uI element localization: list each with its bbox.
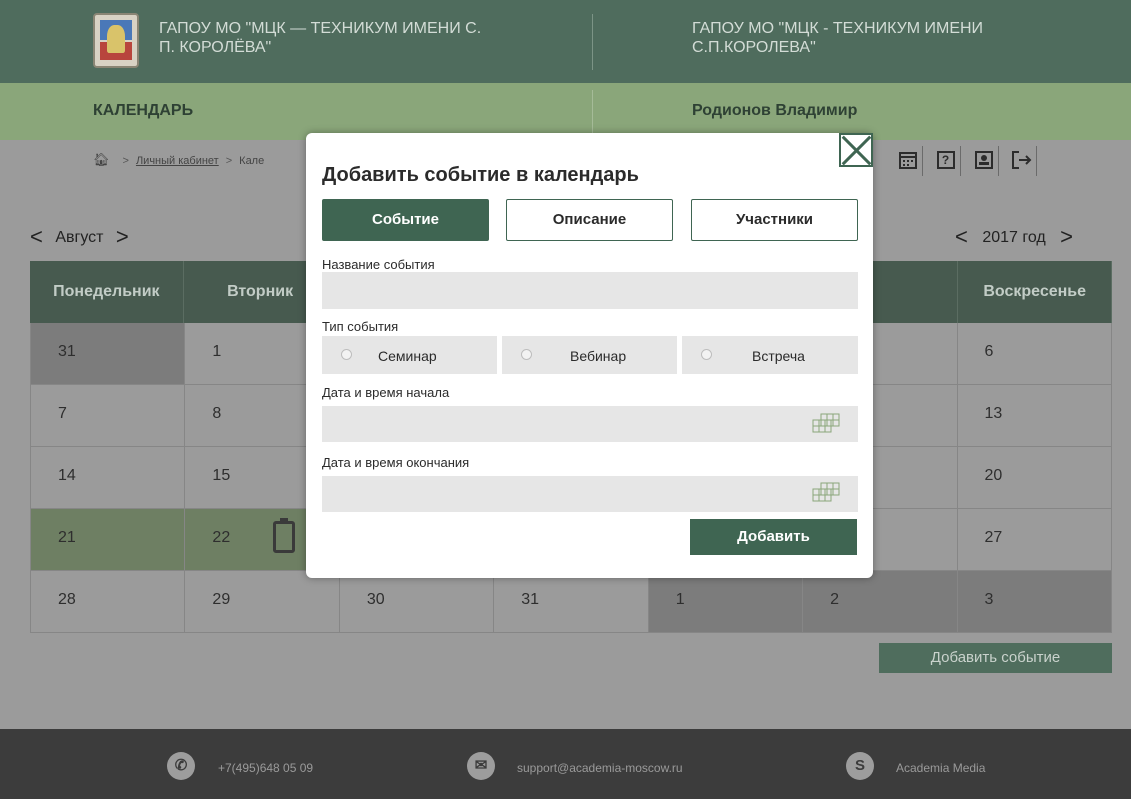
- breadcrumb: 🏠︎ > Личный кабинет > Кале: [93, 152, 264, 168]
- weekday-monday: Понедельник: [30, 261, 184, 323]
- prev-month-button[interactable]: <: [30, 224, 43, 249]
- profile-icon[interactable]: [969, 146, 999, 176]
- month-label: Август: [55, 229, 104, 246]
- mail-icon: ✉: [467, 752, 495, 780]
- calendar-icon[interactable]: [893, 146, 923, 176]
- day-cell[interactable]: 1: [648, 571, 804, 633]
- footer-skype[interactable]: Academia Media: [896, 761, 985, 775]
- year-label: 2017 год: [982, 229, 1046, 246]
- footer-phone[interactable]: +7(495)648 05 09: [218, 761, 313, 775]
- weekday-sunday: Воскресенье: [958, 261, 1113, 323]
- event-note-icon[interactable]: [273, 518, 296, 553]
- day-cell[interactable]: 21: [30, 509, 186, 571]
- end-datetime-label: Дата и время окончания: [322, 455, 470, 470]
- day-cell[interactable]: 14: [30, 447, 186, 509]
- user-name[interactable]: Родионов Владимир: [692, 102, 857, 120]
- datepicker-icon[interactable]: [812, 413, 840, 433]
- radio-circle: [521, 349, 532, 360]
- close-icon[interactable]: [839, 133, 873, 167]
- radio-seminar-label: Семинар: [378, 348, 437, 364]
- radio-meeting[interactable]: Встреча: [682, 336, 858, 374]
- day-cell[interactable]: 27: [957, 509, 1112, 571]
- phone-icon: ✆: [167, 752, 195, 780]
- month-nav: < Август >: [30, 224, 129, 250]
- day-cell[interactable]: 3: [957, 571, 1112, 633]
- section-divider: [592, 90, 593, 134]
- breadcrumb-item-calendar: Кале: [239, 155, 265, 167]
- year-nav: < 2017 год >: [955, 224, 1073, 250]
- radio-webinar-label: Вебинар: [570, 348, 627, 364]
- radio-circle: [701, 349, 712, 360]
- event-name-label: Название события: [322, 257, 435, 272]
- breadcrumb-item-cabinet[interactable]: Личный кабинет: [136, 155, 219, 167]
- event-type-label: Тип события: [322, 319, 399, 334]
- end-datetime-input[interactable]: [322, 476, 858, 512]
- day-cell[interactable]: 6: [957, 323, 1112, 385]
- breadcrumb-separator: >: [122, 155, 129, 167]
- start-datetime-input[interactable]: [322, 406, 858, 442]
- day-cell[interactable]: 7: [30, 385, 186, 447]
- header-right-title: ГАПОУ МО "МЦК - ТЕХНИКУМ ИМЕНИ С.П.КОРОЛ…: [692, 20, 984, 56]
- week-row: 28 29 30 31 1 2 3: [30, 571, 1112, 633]
- add-event-modal: Добавить событие в календарь Событие Опи…: [306, 133, 873, 578]
- modal-title: Добавить событие в календарь: [322, 164, 639, 186]
- tab-event[interactable]: Событие: [322, 199, 489, 241]
- home-icon[interactable]: 🏠︎: [93, 152, 110, 167]
- header-left-title: ГАПОУ МО "МЦК — ТЕХНИКУМ ИМЕНИ С. П. КОР…: [159, 20, 482, 56]
- event-name-input[interactable]: [322, 272, 858, 309]
- college-logo[interactable]: [93, 13, 139, 68]
- section-title: КАЛЕНДАРЬ: [93, 102, 194, 119]
- footer-email[interactable]: support@academia-moscow.ru: [517, 761, 683, 775]
- radio-webinar[interactable]: Вебинар: [502, 336, 677, 374]
- prev-year-button[interactable]: <: [955, 224, 968, 249]
- tab-description[interactable]: Описание: [506, 199, 673, 241]
- day-cell[interactable]: 31: [494, 571, 649, 633]
- day-cell[interactable]: 2: [803, 571, 958, 633]
- tab-participants[interactable]: Участники: [691, 199, 858, 241]
- add-event-button[interactable]: Добавить событие: [879, 643, 1112, 673]
- skype-icon: S: [846, 752, 874, 780]
- radio-seminar[interactable]: Семинар: [322, 336, 497, 374]
- breadcrumb-separator: >: [225, 155, 233, 167]
- logout-icon[interactable]: [1007, 146, 1037, 176]
- day-number: 22: [212, 529, 231, 546]
- day-cell[interactable]: 20: [957, 447, 1112, 509]
- next-month-button[interactable]: >: [116, 224, 129, 249]
- header-divider: [592, 14, 593, 70]
- radio-circle: [341, 349, 352, 360]
- help-icon[interactable]: ?: [931, 146, 961, 176]
- start-datetime-label: Дата и время начала: [322, 385, 450, 400]
- day-cell[interactable]: 13: [957, 385, 1112, 447]
- day-cell[interactable]: 31: [30, 323, 186, 385]
- day-cell[interactable]: 30: [339, 571, 495, 633]
- submit-add-button[interactable]: Добавить: [690, 519, 857, 555]
- next-year-button[interactable]: >: [1060, 224, 1073, 249]
- datepicker-icon[interactable]: [812, 482, 840, 502]
- day-cell[interactable]: 28: [30, 571, 186, 633]
- day-cell[interactable]: 29: [185, 571, 340, 633]
- radio-meeting-label: Встреча: [752, 348, 805, 364]
